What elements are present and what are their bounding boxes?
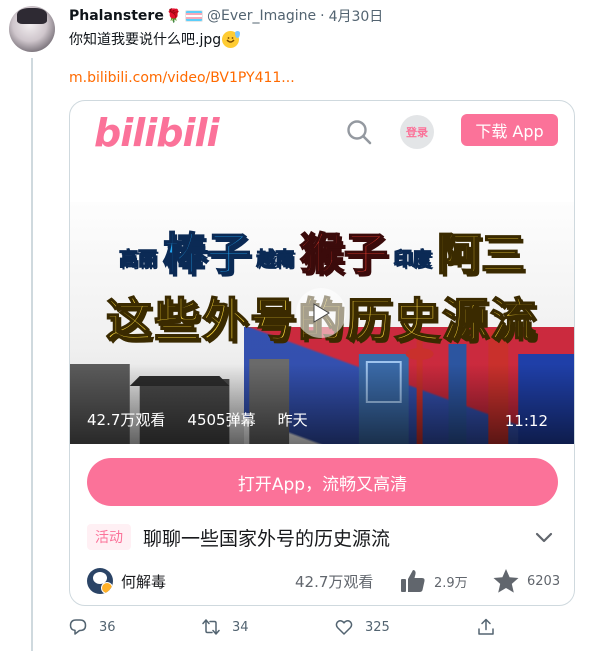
- thumbnail-title-word: 阿三: [436, 228, 526, 281]
- author-avatar[interactable]: [87, 568, 113, 594]
- video-link[interactable]: m.bilibili.com/video/BV1PY411...: [69, 70, 295, 86]
- tweet-text: 你知道我要说什么吧.jpg: [69, 29, 582, 49]
- tweet-text-body: 你知道我要说什么吧.jpg: [69, 32, 222, 48]
- link-card[interactable]: bilibili 登录 下载 App 高丽 棒子 越南 猴子 印度 阿三 42.…: [69, 100, 575, 606]
- view-count: 42.7万观看: [295, 572, 374, 591]
- chevron-down-icon[interactable]: [534, 527, 554, 547]
- open-app-button[interactable]: 打开App，流畅又高清: [87, 458, 558, 506]
- video-thumbnail[interactable]: 高丽 棒子 越南 猴子 印度 阿三 这些外号的历史源流 42.7万观看 4505…: [70, 202, 574, 444]
- thumbnail-danmaku: 4505弹幕: [187, 411, 256, 429]
- thumbnail-posted: 昨天: [277, 411, 308, 429]
- login-button[interactable]: 登录: [400, 115, 434, 149]
- bilibili-header: bilibili 登录 下载 App: [70, 101, 574, 161]
- separator: ·: [320, 8, 325, 24]
- video-duration: 11:12: [504, 412, 548, 430]
- reply-count: 36: [99, 619, 116, 635]
- handle[interactable]: @Ever_Imagine: [207, 8, 316, 24]
- thumbnail-views: 42.7万观看: [87, 411, 166, 429]
- trans-flag-emoji: [185, 10, 203, 22]
- tweet-header: Phalanstere 🌹 @Ever_Imagine · 4月30日: [69, 6, 582, 26]
- reply-icon: [69, 619, 87, 635]
- heart-icon: [335, 620, 353, 635]
- like-count: 2.9万: [434, 575, 468, 591]
- star-icon[interactable]: [492, 567, 520, 595]
- tweet: Phalanstere 🌹 @Ever_Imagine · 4月30日 你知道我…: [69, 6, 582, 49]
- rose-emoji: 🌹: [165, 8, 182, 24]
- thumbnail-title-word: 越南: [256, 248, 295, 271]
- retweet-count: 34: [232, 619, 249, 635]
- video-title-row: 活动 聊聊一些国家外号的历史源流: [87, 521, 562, 553]
- activity-badge: 活动: [87, 524, 131, 550]
- download-app-button[interactable]: 下载 App: [461, 114, 558, 146]
- search-icon[interactable]: [346, 119, 372, 145]
- thumbnail-title-word: 棒子: [162, 228, 252, 281]
- bilibili-logo[interactable]: bilibili: [94, 111, 220, 155]
- thumbnail-title-word: 印度: [393, 248, 432, 271]
- play-icon[interactable]: [296, 288, 346, 338]
- thumbnail-shade: [70, 364, 574, 444]
- retweet-button[interactable]: 34: [202, 618, 249, 636]
- like-icon[interactable]: [400, 568, 426, 594]
- share-button[interactable]: [477, 618, 495, 636]
- thumbnail-title-word: 猴子: [299, 228, 389, 281]
- like-count-tweet: 325: [365, 619, 390, 635]
- share-icon: [478, 618, 494, 635]
- retweet-icon: [202, 619, 220, 635]
- reply-button[interactable]: 36: [69, 618, 116, 636]
- thread-line: [31, 58, 33, 651]
- author-name[interactable]: 何解毒: [121, 571, 166, 592]
- thumbnail-title-line1: 高丽 棒子 越南 猴子 印度 阿三: [70, 218, 574, 282]
- favorite-count: 6203: [527, 573, 561, 589]
- video-title[interactable]: 聊聊一些国家外号的历史源流: [143, 524, 390, 551]
- display-name[interactable]: Phalanstere: [69, 8, 164, 24]
- avatar[interactable]: [9, 6, 55, 52]
- sweat-smile-emoji: [222, 30, 241, 48]
- like-button[interactable]: 325: [335, 618, 390, 636]
- thumbnail-stats: 42.7万观看 4505弹幕 昨天: [87, 409, 308, 430]
- tweet-date[interactable]: 4月30日: [329, 6, 384, 26]
- thumbnail-title-word: 高丽: [119, 248, 158, 271]
- author-row: 何解毒 42.7万观看 2.9万 6203: [87, 566, 562, 596]
- tweet-actions: 36 34 325: [69, 618, 499, 640]
